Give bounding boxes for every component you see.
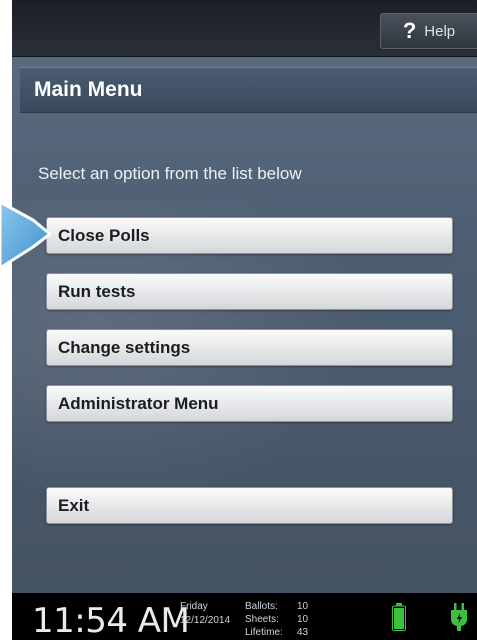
- sheets-label: Sheets:: [245, 614, 279, 625]
- title-bar: Main Menu: [20, 67, 477, 113]
- ballots-count: 10: [297, 601, 309, 612]
- help-label: Help: [424, 22, 456, 40]
- lifetime-label: Lifetime:: [245, 627, 283, 638]
- voting-device-screen: ? Help Main Menu Select an option from t…: [12, 0, 477, 640]
- pointer-arrow-icon: [0, 200, 52, 270]
- lifetime-count: 43: [297, 627, 309, 638]
- question-mark-icon: ?: [402, 18, 417, 43]
- ballot-counters: Ballots: 10 Sheets: 10 Lifetime: 43: [245, 600, 308, 639]
- run-tests-button[interactable]: Run tests: [46, 273, 453, 310]
- ballots-label: Ballots:: [245, 601, 278, 612]
- battery-icon: [392, 603, 406, 631]
- help-button[interactable]: ? Help: [380, 13, 477, 49]
- sheets-count: 10: [297, 614, 309, 625]
- day-of-week: Friday: [180, 601, 208, 612]
- sheets-row: Sheets: 10: [245, 613, 308, 626]
- exit-button[interactable]: Exit: [46, 487, 453, 524]
- change-settings-button[interactable]: Change settings: [46, 329, 453, 366]
- instruction-text: Select an option from the list below: [38, 164, 302, 183]
- close-polls-button[interactable]: Close Polls: [46, 217, 453, 254]
- administrator-menu-button[interactable]: Administrator Menu: [46, 385, 453, 422]
- ballots-row: Ballots: 10: [245, 600, 308, 613]
- power-plug-icon: [451, 603, 467, 631]
- status-bar: 11:54 AM Friday 12/12/2014 Ballots: 10 S…: [12, 593, 477, 640]
- lifetime-row: Lifetime: 43: [245, 626, 308, 639]
- date: 12/12/2014: [180, 615, 231, 626]
- page-title: Main Menu: [34, 78, 143, 101]
- clock: 11:54 AM: [32, 601, 190, 640]
- date-display: Friday 12/12/2014: [180, 600, 230, 628]
- top-bar: ? Help: [12, 0, 477, 57]
